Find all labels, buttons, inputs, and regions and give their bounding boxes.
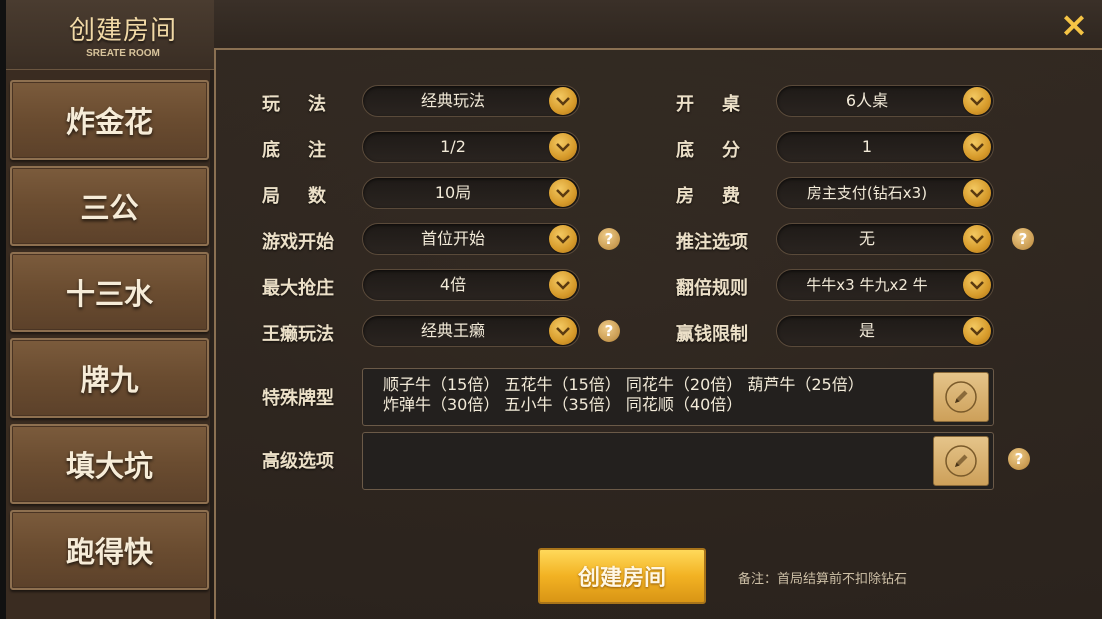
base-bet-select[interactable]: 1/2 [362,131,580,163]
base-bet-value: 1/2 [440,137,466,156]
double-rule-select[interactable]: 牛牛x3 牛九x2 牛 [776,269,994,301]
max-banker-value: 4倍 [439,275,467,294]
pencil-icon [945,381,977,413]
chevron-down-icon[interactable] [963,87,991,115]
rounds-select[interactable]: 10局 [362,177,580,209]
chevron-down-icon[interactable] [549,133,577,161]
chevron-down-icon[interactable] [549,317,577,345]
room-fee-value: 房主支付(钻石x3) [806,184,928,202]
advanced-box[interactable] [362,432,994,490]
top-bar [214,0,1102,48]
rounds-label: 局数 [262,186,354,207]
win-limit-select[interactable]: 是 [776,315,994,347]
max-banker-label: 最大抢庄 [262,278,334,299]
wildcard-select[interactable]: 经典王癞 [362,315,580,347]
sidebar-item-paodekuai[interactable]: 跑得快 [10,510,209,590]
title-plate: 创建房间 SREATE ROOM [6,0,214,70]
sidebar-item-tiandakeng[interactable]: 填大坑 [10,424,209,504]
game-start-select[interactable]: 首位开始 [362,223,580,255]
base-bet-label: 底注 [262,140,354,161]
double-rule-label: 翻倍规则 [676,278,748,299]
help-icon[interactable]: ? [598,228,620,250]
table-size-label: 开桌 [676,94,768,115]
page-title: 创建房间 [68,16,177,46]
max-banker-select[interactable]: 4倍 [362,269,580,301]
special-hands-label: 特殊牌型 [262,388,334,409]
footer-note: 备注：首局结算前不扣除钻石 [738,572,908,587]
close-icon[interactable]: × [1058,8,1090,42]
help-icon[interactable]: ? [1012,228,1034,250]
chevron-down-icon[interactable] [549,179,577,207]
room-fee-select[interactable]: 房主支付(钻石x3) [776,177,994,209]
chevron-down-icon[interactable] [963,317,991,345]
push-bet-value: 无 [858,229,875,248]
wildcard-value: 经典王癞 [420,321,485,340]
table-size-select[interactable]: 6人桌 [776,85,994,117]
chevron-down-icon[interactable] [549,87,577,115]
create-room-button[interactable]: 创建房间 [538,548,706,604]
special-hands-line2: 炸弹牛（30倍） 五小牛（35倍） 同花顺（40倍） [383,395,743,414]
sidebar-item-paijiu[interactable]: 牌九 [10,338,209,418]
sidebar-item-sangong[interactable]: 三公 [10,166,209,246]
play-mode-label: 玩法 [262,94,354,115]
push-bet-label: 推注选项 [676,232,748,253]
chevron-down-icon[interactable] [963,133,991,161]
page-subtitle: SREATE ROOM [86,48,160,59]
game-start-value: 首位开始 [420,229,485,248]
room-fee-label: 房费 [676,186,768,207]
help-icon[interactable]: ? [1008,448,1030,470]
chevron-down-icon[interactable] [963,225,991,253]
win-limit-value: 是 [858,321,875,340]
table-size-value: 6人桌 [845,91,889,110]
chevron-down-icon[interactable] [549,271,577,299]
play-mode-select[interactable]: 经典玩法 [362,85,580,117]
pencil-icon [945,445,977,477]
play-mode-value: 经典玩法 [420,91,485,110]
sidebar-item-shisanshui[interactable]: 十三水 [10,252,209,332]
rounds-value: 10局 [434,183,472,202]
game-start-label: 游戏开始 [262,232,334,253]
chevron-down-icon[interactable] [963,271,991,299]
edit-special-hands-button[interactable] [933,372,989,422]
push-bet-select[interactable]: 无 [776,223,994,255]
sidebar-item-zhajinhua[interactable]: 炸金花 [10,80,209,160]
base-score-select[interactable]: 1 [776,131,994,163]
edit-advanced-button[interactable] [933,436,989,486]
chevron-down-icon[interactable] [963,179,991,207]
special-hands-box[interactable]: 顺子牛（15倍） 五花牛（15倍） 同花牛（20倍） 葫芦牛（25倍） 炸弹牛（… [362,368,994,426]
wildcard-label: 王癞玩法 [262,324,334,345]
special-hands-line1: 顺子牛（15倍） 五花牛（15倍） 同花牛（20倍） 葫芦牛（25倍） [383,375,864,394]
help-icon[interactable]: ? [598,320,620,342]
double-rule-value: 牛牛x3 牛九x2 牛 [806,276,928,294]
chevron-down-icon[interactable] [549,225,577,253]
game-sidebar: 炸金花 三公 十三水 牌九 填大坑 跑得快 [6,70,210,619]
win-limit-label: 赢钱限制 [676,324,748,345]
advanced-label: 高级选项 [262,451,334,472]
special-hands-text: 顺子牛（15倍） 五花牛（15倍） 同花牛（20倍） 葫芦牛（25倍） 炸弹牛（… [383,375,929,415]
base-score-value: 1 [861,137,873,156]
base-score-label: 底分 [676,140,768,161]
